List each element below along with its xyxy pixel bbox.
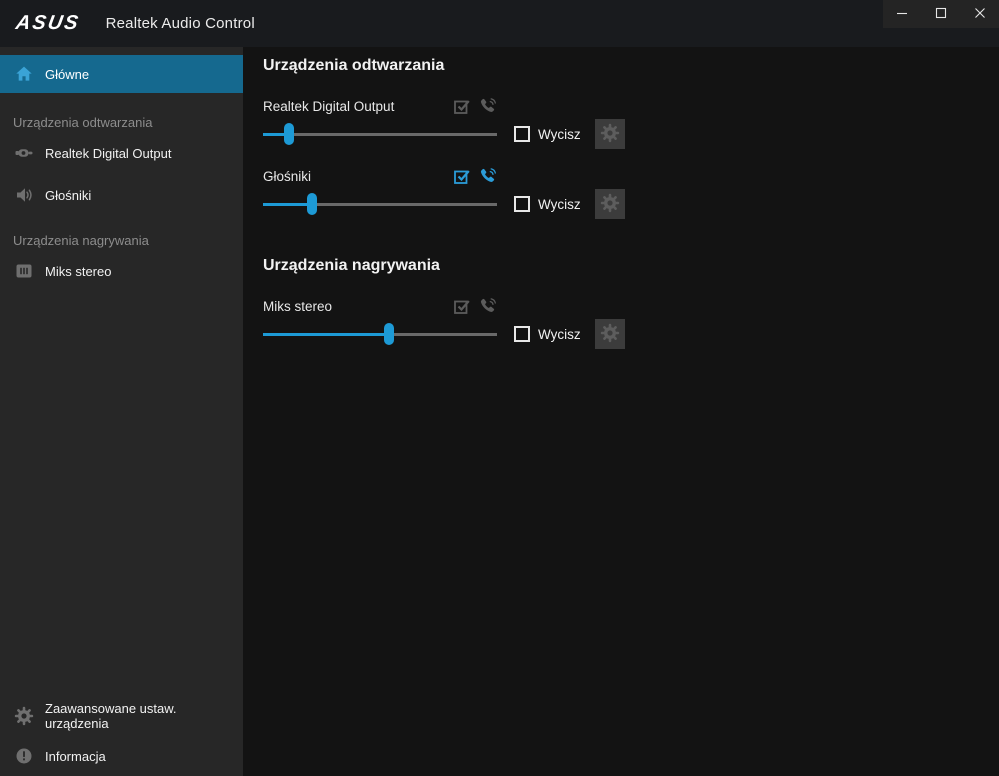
speaker-icon [14,185,34,205]
sidebar-item-label: Główne [45,66,90,82]
volume-slider[interactable] [263,191,497,217]
info-icon [14,746,34,766]
volume-slider-thumb[interactable] [307,193,318,215]
sidebar-section: Urządzenia odtwarzania Realtek Digital O… [0,115,243,215]
device-section: Urządzenia odtwarzania Realtek Digital O… [263,57,999,219]
gear-icon [600,193,620,216]
gear-icon [600,323,620,346]
sidebar-item-label: Realtek Digital Output [45,145,172,161]
volume-slider[interactable] [263,321,497,347]
sidebar-item-label: Informacja [45,748,106,764]
app-window: ASUS Realtek Audio Control Główne Urządz… [0,0,999,776]
mute-toggle[interactable]: Wycisz [514,196,581,212]
sidebar-item-label: Głośniki [45,187,92,203]
volume-slider-thumb[interactable] [384,323,395,345]
sidebar-section: Urządzenia nagrywania Miks stereo [0,233,243,291]
mute-checkbox[interactable] [514,126,530,142]
sidebar-item-informacja[interactable]: Informacja [0,736,243,776]
sidebar: Główne Urządzenia odtwarzania Realtek Di… [0,47,243,776]
mute-checkbox[interactable] [514,326,530,342]
volume-slider-thumb[interactable] [283,123,294,145]
gear-icon [14,706,34,726]
device-row: Miks stereo Wycisz [263,295,999,349]
maximize-icon [935,7,947,22]
default-comm-icon[interactable] [479,97,497,115]
mute-checkbox[interactable] [514,196,530,212]
device-settings-button[interactable] [594,319,625,349]
sidebar-item-label: Zaawansowane ustaw. urządzenia [45,701,177,731]
minimize-icon [896,7,908,22]
asus-logo: ASUS [14,12,82,34]
window-controls [883,0,999,28]
default-comm-icon[interactable] [479,167,497,185]
default-device-icon[interactable] [453,97,471,115]
sidebar-item-miks-stereo[interactable]: Miks stereo [0,251,243,291]
device-section: Urządzenia nagrywania Miks stereo Wycisz [263,257,999,349]
device-settings-button[interactable] [594,189,625,219]
app-body: Główne Urządzenia odtwarzania Realtek Di… [0,47,999,776]
sidebar-section-label: Urządzenia odtwarzania [13,115,153,130]
volume-slider[interactable] [263,121,497,147]
sidebar-section-label: Urządzenia nagrywania [13,233,149,248]
main-panel: Urządzenia odtwarzania Realtek Digital O… [243,47,999,776]
default-comm-icon[interactable] [479,297,497,315]
mute-toggle[interactable]: Wycisz [514,126,581,142]
home-icon [14,64,34,84]
mute-label: Wycisz [538,126,581,142]
app-title: Realtek Audio Control [105,15,255,32]
device-name: Realtek Digital Output [263,98,395,114]
device-settings-button[interactable] [594,119,625,149]
stereo-mix-icon [14,261,34,281]
close-icon [974,7,986,22]
sidebar-sections: Urządzenia odtwarzania Realtek Digital O… [0,93,243,291]
sidebar-item-main[interactable]: Główne [0,55,243,93]
default-device-icon[interactable] [453,297,471,315]
gear-icon [600,123,620,146]
close-button[interactable] [960,0,999,28]
mute-toggle[interactable]: Wycisz [514,326,581,342]
titlebar: ASUS Realtek Audio Control [0,0,999,47]
sidebar-item-realtek-digital-output[interactable]: Realtek Digital Output [0,133,243,173]
maximize-button[interactable] [922,0,961,28]
device-name: Miks stereo [263,298,333,314]
section-heading: Urządzenia odtwarzania [263,57,445,74]
mute-label: Wycisz [538,326,581,342]
section-heading: Urządzenia nagrywania [263,257,440,274]
device-name: Głośniki [263,168,312,184]
sidebar-footer: Zaawansowane ustaw. urządzenia Informacj… [0,696,243,776]
mute-label: Wycisz [538,196,581,212]
sidebar-item-g-o-niki[interactable]: Głośniki [0,175,243,215]
minimize-button[interactable] [883,0,922,28]
default-device-icon[interactable] [453,167,471,185]
digital-output-icon [14,143,34,163]
sidebar-item-zaawansowane-ustaw-urz-dzenia[interactable]: Zaawansowane ustaw. urządzenia [0,696,243,736]
sidebar-item-label: Miks stereo [45,263,112,279]
device-row: Realtek Digital Output Wycisz [263,95,999,149]
device-row: Głośniki Wycisz [263,165,999,219]
